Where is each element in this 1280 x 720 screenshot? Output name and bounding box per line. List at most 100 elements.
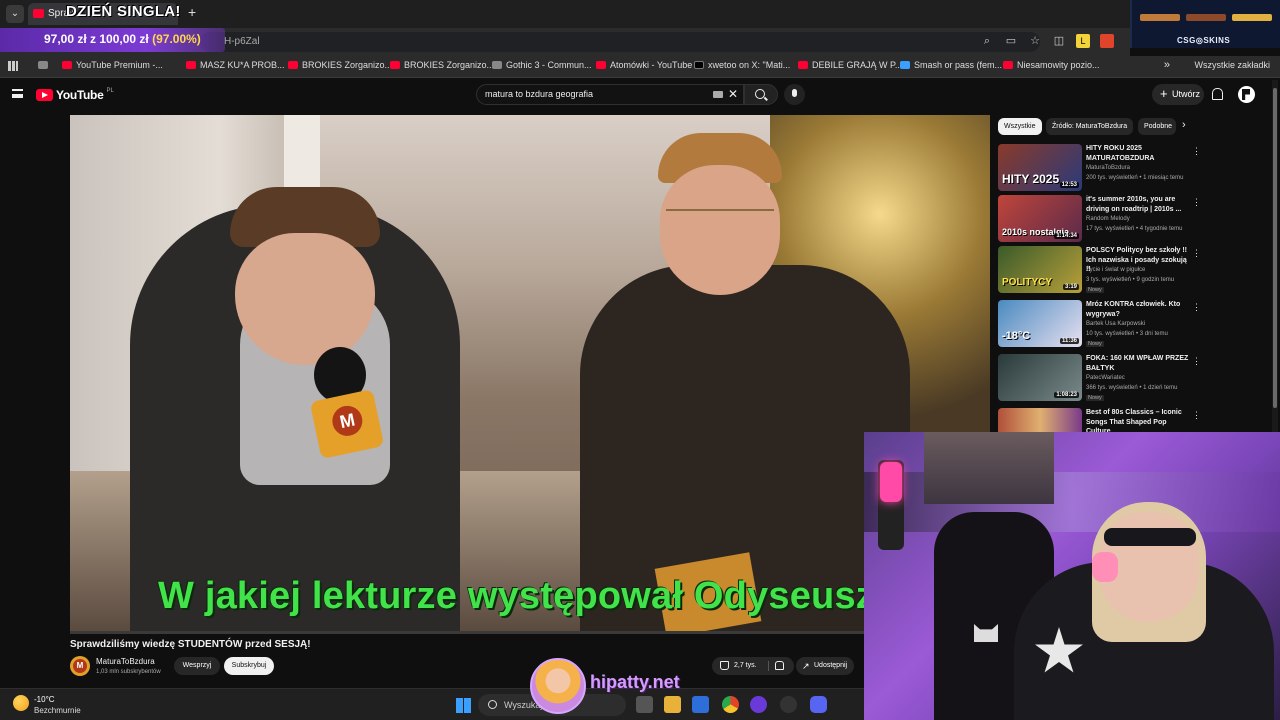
recommendation-item[interactable]: POLITYCY 3:19 POLSCY Politycy bez szkoły…: [998, 246, 1203, 296]
host-glasses: [666, 209, 774, 229]
extension-l-icon[interactable]: L: [1076, 34, 1090, 48]
tab-search-icon[interactable]: ⌄: [6, 5, 24, 23]
bookmark-item[interactable]: Gothic 3 - Commun...: [492, 60, 592, 70]
weather-temperature[interactable]: -10°C: [34, 695, 55, 704]
discord-icon[interactable]: [810, 696, 827, 713]
bookmark-star-icon[interactable]: ☆: [1028, 34, 1042, 48]
search-input[interactable]: matura to bzdura geografia ✕: [476, 84, 744, 105]
windows-start-icon[interactable]: [456, 698, 471, 713]
thumbs-up-icon: [720, 661, 729, 670]
recommendation-item[interactable]: HITY 2025 12:53 HITY ROKU 2025 MATURATOB…: [998, 144, 1203, 194]
file-explorer-icon[interactable]: [664, 696, 681, 713]
more-actions-icon[interactable]: ⋮: [1192, 146, 1201, 157]
recommendation-title: Best of 80s Classics – Iconic Songs That…: [1086, 409, 1182, 432]
new-badge: Nowy: [1086, 287, 1104, 293]
store-icon[interactable]: [692, 696, 709, 713]
notifications-bell-icon[interactable]: [1212, 88, 1223, 100]
app-circle-icon[interactable]: [750, 696, 767, 713]
voice-search-icon[interactable]: [784, 84, 805, 105]
chip-all[interactable]: Wszystkie: [998, 118, 1042, 135]
subscriber-count: 1,03 mln subskrybentów: [96, 669, 161, 675]
support-button[interactable]: Wesprzyj: [174, 657, 220, 675]
weather-sun-icon[interactable]: [13, 695, 29, 711]
new-badge: Nowy: [1086, 395, 1104, 401]
recommendation-channel: Życie i świat w pigułce: [1086, 267, 1146, 273]
bookmark-item[interactable]: MASZ KU*A PROB...: [186, 60, 285, 70]
streamer-webcam: [864, 432, 1280, 720]
more-actions-icon[interactable]: ⋮: [1192, 248, 1201, 259]
bookmark-item[interactable]: Atomówki - YouTube: [596, 60, 692, 70]
like-divider: [768, 661, 769, 671]
video-thumbnail[interactable]: HITY 2025 12:53: [998, 144, 1082, 191]
all-bookmarks-folder[interactable]: Wszystkie zakładki: [1194, 60, 1270, 70]
bookmark-item[interactable]: DEBILE GRAJĄ W P...: [798, 60, 902, 70]
bookmarks-bar: YouTube Premium -... MASZ KU*A PROB... B…: [0, 56, 1280, 78]
more-actions-icon[interactable]: ⋮: [1192, 302, 1201, 313]
extension-red-icon[interactable]: [1100, 34, 1114, 48]
thumbs-down-icon[interactable]: [775, 661, 784, 670]
chevron-right-icon[interactable]: ›: [1182, 119, 1186, 131]
chip-source[interactable]: Źródło: MaturaToBzdura: [1046, 118, 1134, 135]
recommendation-meta: 366 tys. wyświetleń • 1 dzień temu: [1086, 385, 1178, 391]
sponsor-banner: CSG◎SKINS: [1130, 0, 1280, 48]
donation-percent: (97.00%): [152, 32, 201, 46]
video-player[interactable]: W jakiej lekturze występował Odyseusz: [70, 115, 990, 631]
scrollbar-thumb[interactable]: [1273, 88, 1277, 408]
video-title: Sprawdziliśmy wiedzę STUDENTÓW przed SES…: [70, 639, 311, 650]
bookmark-item[interactable]: BROKIES Zorganizo...: [288, 60, 392, 70]
video-progress-bar[interactable]: [70, 631, 990, 634]
account-avatar[interactable]: [1238, 86, 1255, 103]
clear-search-icon[interactable]: ✕: [728, 85, 738, 104]
youtube-logo[interactable]: YouTube PL: [36, 88, 114, 102]
new-tab-icon[interactable]: +: [188, 4, 196, 20]
recommendation-item[interactable]: Best of 80s Classics – Iconic Songs That…: [998, 408, 1203, 432]
more-bookmarks-icon[interactable]: »: [1164, 59, 1170, 71]
youtube-header: YouTube PL matura to bzdura geografia ✕ …: [0, 80, 1270, 110]
weather-condition[interactable]: Bezchmurnie: [34, 706, 81, 715]
search-button[interactable]: [744, 84, 778, 105]
apps-icon[interactable]: [8, 61, 18, 71]
video-thumbnail[interactable]: POLITYCY 3:19: [998, 246, 1082, 293]
steam-icon[interactable]: [780, 696, 797, 713]
task-view-icon[interactable]: [636, 696, 653, 713]
donation-amount: 97,00 zł z 100,00 zł: [44, 32, 149, 46]
video-thumbnail[interactable]: 1:08:23: [998, 354, 1082, 401]
bookmark-item[interactable]: Smash or pass (fem...: [900, 60, 1002, 70]
extensions-icon[interactable]: ◫: [1052, 34, 1066, 48]
zoom-icon[interactable]: ⌕: [980, 34, 994, 48]
video-thumbnail[interactable]: 2010s nostalgia 1:14:34: [998, 195, 1082, 242]
more-actions-icon[interactable]: ⋮: [1192, 197, 1201, 208]
recommendation-meta: 10 tys. wyświetleń • 3 dni temu: [1086, 331, 1168, 337]
cast-icon[interactable]: ▭: [1004, 34, 1018, 48]
chrome-icon[interactable]: [722, 696, 739, 713]
recommendation-title: Mróz KONTRA człowiek. Kto wygrywa?: [1086, 301, 1181, 318]
recommendation-item[interactable]: 2010s nostalgia 1:14:34 it's summer 2010…: [998, 195, 1203, 245]
address-bar-actions: ⌕ ▭ ☆ ◫ L: [980, 34, 1114, 48]
url-field[interactable]: H-p6Zal: [200, 32, 1040, 52]
recommendation-item[interactable]: -18°C 11:36 Mróz KONTRA człowiek. Kto wy…: [998, 300, 1203, 350]
menu-icon[interactable]: [12, 89, 23, 98]
recommendation-channel: PatecWariatec: [1086, 375, 1125, 381]
channel-avatar[interactable]: [70, 656, 90, 676]
chip-similar[interactable]: Podobne: [1138, 118, 1176, 135]
recommendation-title: FOKA: 160 KM WPŁAW PRZEZ BAŁTYK: [1086, 355, 1189, 372]
like-button[interactable]: 2,7 tys.: [712, 657, 794, 675]
video-thumbnail[interactable]: [998, 408, 1082, 432]
more-actions-icon[interactable]: ⋮: [1192, 410, 1201, 421]
search-query: matura to bzdura geografia: [485, 89, 594, 99]
share-button[interactable]: Udostępnij: [796, 657, 854, 675]
bookmark-item[interactable]: xwetoo on X: "Mati...: [694, 60, 790, 70]
create-button[interactable]: Utwórz: [1152, 83, 1204, 105]
subscribe-button[interactable]: Subskrybuj: [224, 657, 274, 675]
bookmark-item[interactable]: YouTube Premium -...: [62, 60, 163, 70]
headphones-icon: [1092, 552, 1118, 582]
recommendation-item[interactable]: 1:08:23 FOKA: 160 KM WPŁAW PRZEZ BAŁTYK …: [998, 354, 1203, 404]
keyboard-icon[interactable]: [713, 91, 723, 98]
channel-name[interactable]: MaturaToBzdura: [96, 657, 155, 666]
bookmark-item[interactable]: BROKIES Zorganizo...: [390, 60, 494, 70]
bookmark-item[interactable]: Niesamowity pozio...: [1003, 60, 1100, 70]
video-thumbnail[interactable]: -18°C 11:36: [998, 300, 1082, 347]
weapon-skins-image: [1140, 6, 1274, 30]
streamer-avatar-logo: [530, 658, 586, 714]
more-actions-icon[interactable]: ⋮: [1192, 356, 1201, 367]
